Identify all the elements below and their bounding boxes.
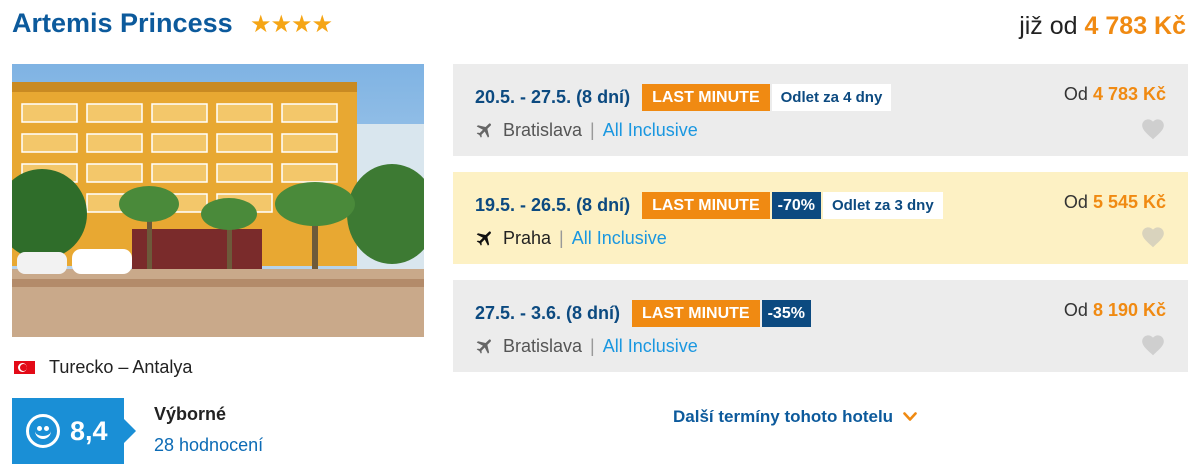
offer-price-prefix: Od (1063, 192, 1088, 212)
offer-price-amount: 4 783 Kč (1092, 84, 1166, 104)
offer-row[interactable]: 19.5. - 26.5. (8 dní) LAST MINUTE -70% O… (453, 172, 1188, 264)
board-type-link[interactable]: All Inclusive (572, 228, 667, 249)
separator: | (559, 227, 564, 248)
rating-badge: 8,4 (12, 398, 136, 464)
departure-city: Bratislava (503, 119, 583, 140)
price-from-prefix: již od (1019, 12, 1078, 40)
chevron-down-icon (903, 412, 917, 421)
offer-price-amount: 8 190 Kč (1092, 300, 1166, 320)
offer-dates: 27.5. - 3.6. (8 dní) (475, 303, 621, 323)
offer-row[interactable]: 27.5. - 3.6. (8 dní) LAST MINUTE -35% Br… (453, 280, 1188, 372)
location-text: Turecko – Antalya (49, 356, 193, 377)
price-from-amount: 4 783 Kč (1084, 12, 1186, 40)
heart-icon[interactable] (1140, 116, 1166, 140)
separator: | (590, 119, 595, 140)
hotel-title[interactable]: Artemis Princess (12, 8, 233, 39)
smiley-icon (26, 414, 60, 448)
heart-icon[interactable] (1140, 224, 1166, 248)
offer-dates: 20.5. - 27.5. (8 dní) (475, 87, 631, 107)
discount-tag: -35% (761, 300, 811, 327)
offer-price: Od 5 545 Kč (1064, 192, 1166, 213)
discount-tag: -70% (771, 192, 821, 219)
last-minute-tag: LAST MINUTE (642, 84, 770, 111)
plane-icon (476, 231, 491, 246)
rating-value: 8,4 (70, 415, 108, 446)
departure-tag: Odlet za 3 dny (822, 192, 943, 219)
offer-price-prefix: Od (1063, 300, 1088, 320)
offer-price-prefix: Od (1063, 84, 1088, 104)
departure-city: Praha (503, 227, 552, 248)
offer-dates: 19.5. - 26.5. (8 dní) (475, 195, 631, 215)
more-dates-label: Další termíny tohoto hotelu (673, 407, 894, 426)
hotel-stars: ★★★★ (250, 11, 333, 38)
offer-price: Od 8 190 Kč (1064, 300, 1166, 321)
offer-row[interactable]: 20.5. - 27.5. (8 dní) LAST MINUTE Odlet … (453, 64, 1188, 156)
hotel-location: Turecko – Antalya (14, 356, 192, 378)
flag-turkey-icon (14, 360, 35, 374)
plane-icon (476, 339, 491, 354)
more-dates-link[interactable]: Další termíny tohoto hotelu (673, 407, 917, 427)
last-minute-tag: LAST MINUTE (642, 192, 770, 219)
hotel-photo[interactable] (12, 64, 424, 337)
offer-price: Od 4 783 Kč (1064, 84, 1166, 105)
heart-icon[interactable] (1140, 332, 1166, 356)
plane-icon (476, 123, 491, 138)
board-type-link[interactable]: All Inclusive (603, 336, 698, 357)
price-from: již od 4 783 Kč (1019, 12, 1186, 41)
separator: | (590, 335, 595, 356)
board-type-link[interactable]: All Inclusive (603, 120, 698, 141)
last-minute-tag: LAST MINUTE (632, 300, 760, 327)
rating-count-link[interactable]: 28 hodnocení (154, 435, 263, 456)
departure-city: Bratislava (503, 335, 583, 356)
departure-tag: Odlet za 4 dny (771, 84, 892, 111)
offer-price-amount: 5 545 Kč (1092, 192, 1166, 212)
rating-label: Výborné (154, 404, 227, 424)
